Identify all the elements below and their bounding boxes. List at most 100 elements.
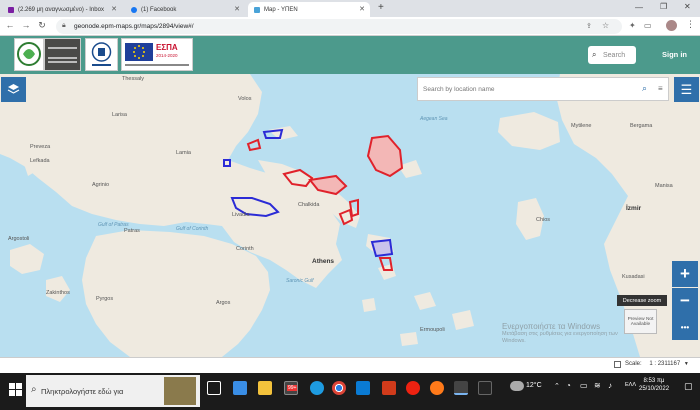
weather-temperature[interactable]: 12°C [526, 382, 542, 389]
more-tools-button[interactable]: ••• [672, 314, 698, 340]
notification-badge: 99+ [287, 385, 298, 391]
map-label: Ermoupoli [420, 327, 445, 333]
map-label: Zakinthos [46, 290, 70, 296]
tab-inbox[interactable]: (2.269 μη αναγνωσμένο) - Inbox ✕ [2, 2, 122, 17]
battery-icon[interactable]: ▭ [580, 381, 588, 390]
header-search-label: Search [603, 51, 626, 59]
layers-button[interactable] [1, 77, 26, 102]
location-search-input[interactable]: Search by location name ⌕ ≡ [417, 77, 669, 101]
close-icon[interactable]: ✕ [234, 5, 240, 13]
espa-label: ΕΣΠΑ [156, 43, 178, 52]
windows-start-icon[interactable] [9, 383, 22, 396]
search-highlight-image [164, 377, 196, 405]
cyclades-island [400, 332, 418, 346]
minimize-icon[interactable]: — [635, 3, 643, 12]
search-options-icon[interactable]: ≡ [658, 84, 663, 93]
sea-label: Gulf of Patras [98, 222, 129, 228]
map-label: Corinth [236, 246, 254, 252]
watermark-subtitle: Μετάβαση στις ρυθμίσεις για ενεργοποίηση… [502, 331, 618, 344]
chevron-down-icon: ▼ [683, 361, 689, 367]
office-icon[interactable] [382, 381, 396, 395]
chrome-icon[interactable] [332, 381, 346, 395]
bookmark-star-icon[interactable]: ☆ [602, 21, 609, 30]
forward-icon[interactable]: → [20, 20, 32, 30]
map-label: Preveza [30, 144, 51, 150]
close-window-icon[interactable]: ✕ [684, 2, 691, 11]
windows-activation-watermark: Ενεργοποιήστε τα Windows Μετάβαση στις ρ… [502, 322, 632, 345]
tab-facebook[interactable]: (1) Facebook ✕ [125, 2, 245, 17]
map-label: Agrinio [92, 182, 110, 188]
browser-tab-bar: (2.269 μη αναγνωσμένο) - Inbox ✕ (1) Fac… [0, 0, 700, 17]
url-text: geonode.epm-maps.gr/maps/2894/view#/ [74, 23, 194, 30]
browser-menu-icon[interactable]: ⋮ [686, 19, 695, 30]
hamburger-icon: ☰ [680, 81, 693, 97]
map-label: Chios [536, 217, 551, 223]
map-label: Patras [124, 228, 140, 234]
close-icon[interactable]: ✕ [111, 5, 117, 13]
firefox-icon[interactable] [430, 381, 444, 395]
extensions-icon[interactable]: ✦ [629, 21, 636, 30]
map-label: Mytilene [571, 123, 592, 129]
map-label: Livadia [232, 212, 250, 218]
new-tab-button[interactable]: + [378, 2, 384, 13]
opera-icon[interactable] [406, 381, 420, 395]
map-label: Volos [238, 96, 252, 102]
map-label: Manisa [655, 183, 673, 189]
task-view-icon[interactable] [207, 381, 221, 395]
protected-area-overlay[interactable] [370, 238, 394, 258]
notification-icon[interactable]: ▢ [684, 381, 693, 392]
edge-icon[interactable] [310, 381, 324, 395]
search-icon[interactable]: ⌕ [642, 83, 647, 94]
sea-label: Gulf of Corinth [176, 226, 209, 232]
map-label: Argos [216, 300, 231, 306]
map-label: Pyrgos [96, 296, 114, 302]
zoom-out-button[interactable]: − [672, 288, 698, 314]
layers-icon [7, 84, 20, 94]
header-search-button[interactable]: ⌕ Search [588, 46, 636, 64]
sign-in-link[interactable]: Sign in [662, 50, 687, 59]
reload-icon[interactable]: ↻ [36, 20, 48, 31]
close-icon[interactable]: ✕ [359, 5, 365, 13]
scale-label: Scale: [625, 361, 642, 367]
tab-label: (1) Facebook [141, 6, 177, 13]
share-icon[interactable]: ⇪ [586, 22, 592, 30]
scale-display[interactable]: Scale: 1 : 2311167 ▼ [625, 361, 689, 367]
burger-menu-button[interactable]: ☰ [674, 77, 699, 102]
back-icon[interactable]: ← [4, 20, 16, 30]
camera-icon[interactable] [478, 381, 492, 395]
map-label: Larisa [112, 112, 127, 118]
map-icon [254, 6, 260, 13]
espa-logo: ΕΣΠΑ 2014-2020 [121, 38, 193, 71]
mail-icon [8, 6, 14, 13]
taskbar-search-input[interactable]: ⌕ Πληκτρολογήστε εδώ για [26, 375, 200, 407]
weather-cloud-icon[interactable] [510, 381, 524, 391]
cyclades-island [362, 298, 376, 312]
tab-map[interactable]: Map - ΥΠΕΝ ✕ [248, 2, 370, 17]
search-icon: ⌕ [592, 50, 597, 59]
lock-icon: 🔒︎ [62, 22, 66, 29]
watermark-title: Ενεργοποιήστε τα Windows [502, 322, 601, 331]
wifi-icon[interactable]: ≋ [594, 381, 601, 390]
restore-icon[interactable]: ❐ [660, 2, 667, 11]
network-icon[interactable]: ◔ [566, 381, 571, 390]
zoom-in-button[interactable]: + [672, 261, 698, 287]
map-label: Argostoli [8, 236, 30, 242]
widgets-icon[interactable] [233, 381, 247, 395]
clock[interactable]: 8:53 πμ 25/10/2022 [639, 377, 669, 393]
reading-list-icon[interactable]: ▭ [644, 21, 652, 30]
url-field[interactable]: 🔒︎ geonode.epm-maps.gr/maps/2894/view#/ … [56, 19, 622, 34]
sea-label: Aegean Sea [420, 116, 448, 122]
store-icon[interactable] [356, 381, 370, 395]
chrome-active-icon[interactable] [454, 381, 468, 395]
tray-overflow-icon[interactable]: ⌃ [554, 382, 560, 390]
volume-icon[interactable]: ♪ [608, 381, 612, 390]
language-indicator[interactable]: ΕΛΛ [625, 382, 636, 388]
mail-app-icon[interactable]: 99+ [284, 381, 298, 395]
ministry-name-logo [44, 38, 81, 71]
ministry-logo[interactable] [14, 38, 44, 71]
map-canvas[interactable]: Thessaly Volos Larisa Lamia Chalkida Ath… [0, 74, 700, 357]
profile-avatar[interactable] [666, 20, 677, 31]
file-explorer-icon[interactable] [258, 381, 272, 395]
espa-years: 2014-2020 [156, 53, 178, 58]
clock-time: 8:53 πμ [643, 378, 665, 384]
